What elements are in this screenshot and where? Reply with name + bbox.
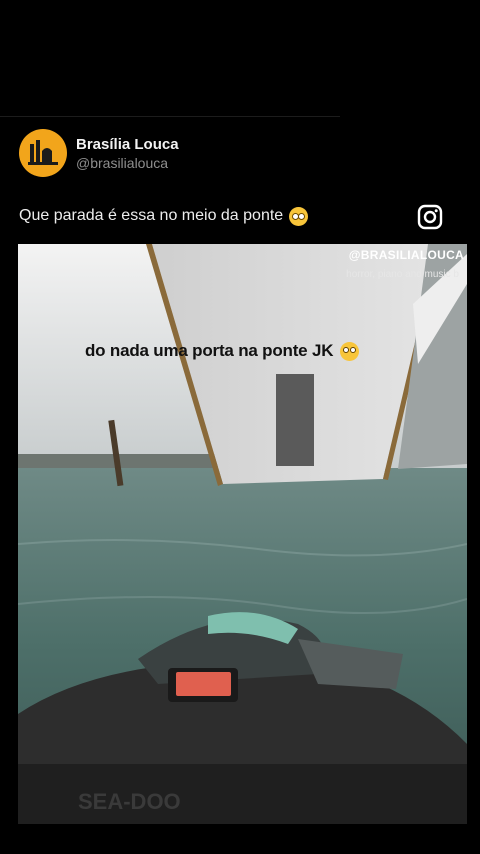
post-header: Brasília Louca @brasilialouca: [19, 129, 179, 177]
post-video[interactable]: SEA-DOO @BRASILIALOUCA horror, piano and…: [18, 244, 467, 824]
nerd-face-emoji: [289, 206, 309, 226]
divider: [0, 116, 340, 117]
music-caption: horror, piano and music b: [346, 269, 459, 280]
video-watermark: @BRASILIALOUCA: [348, 248, 464, 262]
post-caption: Que parada é essa no meio da ponte: [19, 206, 309, 226]
video-overlay-text: do nada uma porta na ponte JK: [85, 341, 360, 361]
instagram-icon[interactable]: [417, 204, 443, 230]
user-handle[interactable]: @brasilialouca: [76, 154, 179, 172]
caption-text: Que parada é essa no meio da ponte: [19, 207, 284, 224]
brand-text: SEA-DOO: [78, 789, 181, 814]
video-frame: SEA-DOO: [18, 244, 467, 824]
display-name[interactable]: Brasília Louca: [76, 135, 179, 154]
flushed-face-emoji: [340, 341, 360, 361]
overlay-caption: do nada uma porta na ponte JK: [85, 341, 334, 360]
avatar[interactable]: [19, 129, 67, 177]
